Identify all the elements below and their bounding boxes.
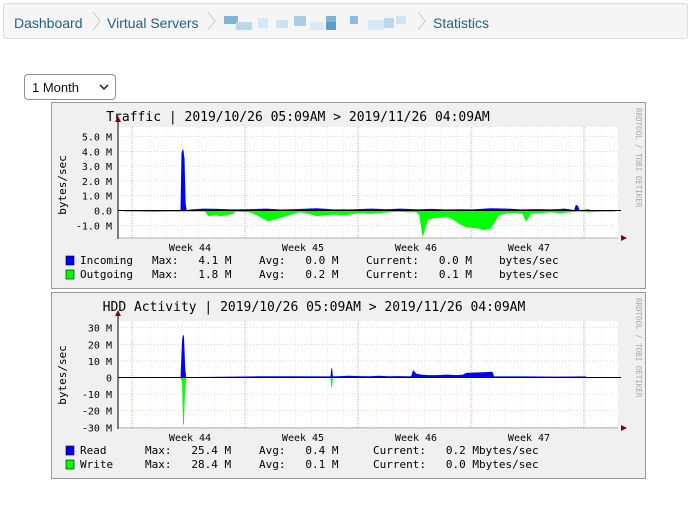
traffic-y-tick-label: 1.0 M — [82, 192, 112, 203]
hdd-y-axis-label: bytes/sec — [56, 345, 69, 405]
hdd-week-label: Week 44 — [169, 433, 211, 444]
legend-outgoing-avg: Avg: 0.2 M — [259, 268, 339, 281]
hdd-y-tick-label: 20 M — [88, 340, 112, 351]
traffic-week-label: Week 47 — [508, 243, 550, 254]
breadcrumb: Dashboard Virtual Servers Statistics — [3, 3, 688, 39]
legend-read-avg: Avg: 0.4 M — [259, 444, 339, 457]
hdd-y-tick-label: 10 M — [88, 357, 112, 368]
traffic-week-label: Week 44 — [169, 243, 211, 254]
breadcrumb-virtual-servers-link[interactable]: Virtual Servers — [107, 15, 199, 31]
legend-write-max: Max: 28.4 M — [145, 458, 231, 471]
period-select[interactable]: 1 Month — [24, 74, 116, 100]
traffic-y-tick-label: 5.0 M — [82, 133, 112, 144]
legend-swatch-write — [65, 459, 75, 470]
legend-outgoing-unit: bytes/sec — [499, 268, 559, 281]
traffic-y-tick-label: 2.0 M — [82, 177, 112, 188]
legend-write-current: Current: 0.0 Mbytes/sec — [373, 458, 539, 471]
chevron-right-icon — [92, 11, 101, 31]
traffic-week-label: Week 45 — [282, 243, 324, 254]
hdd-y-tick-label: 0 — [106, 374, 112, 385]
redacted-server-name — [224, 16, 409, 30]
period-select-value: 1 Month — [32, 80, 79, 95]
hdd-week-label: Week 46 — [395, 433, 437, 444]
chevron-right-icon — [417, 11, 426, 31]
breadcrumb-dashboard-link[interactable]: Dashboard — [14, 15, 83, 31]
legend-swatch-incoming — [65, 255, 75, 266]
legend-read-max: Max: 25.4 M — [145, 444, 231, 457]
legend-write-name: Write — [80, 458, 113, 471]
legend-incoming-max: Max: 4.1 M — [152, 254, 232, 267]
hdd-y-tick-label: -20 M — [82, 407, 112, 418]
legend-outgoing-current: Current: 0.1 M — [366, 268, 472, 281]
traffic-watermark: RRDTOOL / TOBI OETIKER — [634, 108, 643, 208]
legend-read-current: Current: 0.2 Mbytes/sec — [373, 444, 539, 457]
breadcrumb-statistics-link[interactable]: Statistics — [433, 15, 489, 31]
traffic-y-tick-label: 3.0 M — [82, 162, 112, 173]
traffic-week-label: Week 46 — [395, 243, 437, 254]
traffic-y-axis-label: bytes/sec — [56, 155, 69, 215]
hdd-y-tick-label: 30 M — [88, 324, 112, 335]
hdd-activity-chart: HDD Activity | 2019/10/26 05:09AM > 2019… — [56, 298, 643, 471]
traffic-y-tick-label: 0.0 — [94, 207, 112, 218]
traffic-y-tick-label: 4.0 M — [82, 147, 112, 158]
hdd-y-tick-label: -30 M — [82, 423, 112, 434]
traffic-graph: Traffic | 2019/10/26 05:09AM > 2019/11/2… — [51, 102, 646, 289]
legend-incoming-current: Current: 0.0 M — [366, 254, 472, 267]
legend-write-avg: Avg: 0.1 M — [259, 458, 339, 471]
legend-incoming-unit: bytes/sec — [499, 254, 559, 267]
legend-incoming-avg: Avg: 0.0 M — [259, 254, 339, 267]
hdd-activity-graph: HDD Activity | 2019/10/26 05:09AM > 2019… — [51, 292, 646, 479]
legend-outgoing-max: Max: 1.8 M — [152, 268, 232, 281]
hdd-chart-title: HDD Activity | 2019/10/26 05:09AM > 2019… — [103, 300, 526, 315]
legend-swatch-read — [65, 445, 75, 456]
traffic-y-tick-label: -1.0 M — [76, 221, 112, 232]
hdd-week-label: Week 47 — [508, 433, 550, 444]
legend-outgoing-name: Outgoing — [80, 268, 133, 281]
chevron-right-icon — [207, 11, 216, 31]
chevron-down-icon — [99, 84, 109, 91]
hdd-watermark: RRDTOOL / TOBI OETIKER — [634, 298, 643, 398]
legend-swatch-outgoing — [65, 269, 75, 280]
legend-incoming-name: Incoming — [80, 254, 133, 267]
hdd-week-label: Week 45 — [282, 433, 324, 444]
hdd-y-tick-label: -10 M — [82, 390, 112, 401]
legend-read-name: Read — [80, 444, 107, 457]
traffic-chart: Traffic | 2019/10/26 05:09AM > 2019/11/2… — [56, 108, 643, 281]
traffic-chart-title: Traffic | 2019/10/26 05:09AM > 2019/11/2… — [106, 110, 490, 125]
